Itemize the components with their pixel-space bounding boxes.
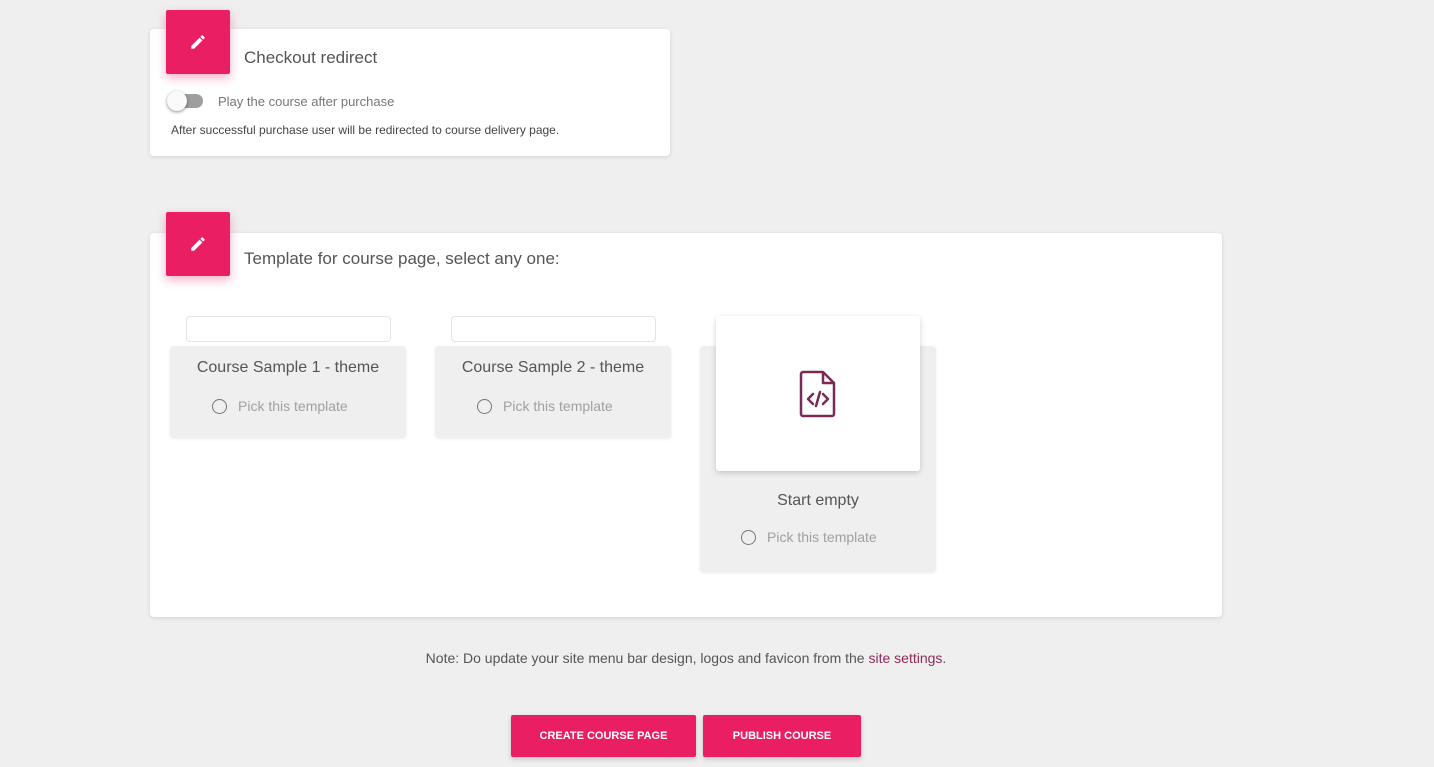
- template-option-start-empty[interactable]: Start empty Pick this template: [700, 316, 936, 572]
- checkout-redirect-card: Checkout redirect Play the course after …: [150, 10, 670, 156]
- template-tile: Course Sample 1 - theme Pick this templa…: [170, 346, 406, 438]
- toggle-label: Play the course after purchase: [218, 94, 395, 109]
- note-text: Note: Do update your site menu bar desig…: [425, 650, 869, 666]
- template-option-2[interactable]: Course Sample 2 - theme Pick this templa…: [435, 316, 671, 441]
- pick-template-label: Pick this template: [238, 398, 348, 414]
- template-name: Course Sample 1 - theme: [196, 359, 380, 376]
- radio-circle-icon[interactable]: [212, 398, 227, 414]
- site-settings-link[interactable]: site settings: [868, 650, 942, 666]
- template-selection-card: Template for course page, select any one…: [150, 212, 1222, 617]
- edit-badge[interactable]: [166, 10, 230, 74]
- pick-template-radio[interactable]: Pick this template: [477, 398, 613, 414]
- radio-circle-icon[interactable]: [477, 398, 492, 414]
- template-name: Start empty: [777, 492, 859, 509]
- pick-template-label: Pick this template: [767, 529, 877, 545]
- start-empty-thumbnail[interactable]: [716, 316, 920, 471]
- checkout-redirect-title: Checkout redirect: [244, 48, 378, 67]
- radio-circle-icon[interactable]: [741, 529, 756, 545]
- toggle-knob: [167, 91, 187, 111]
- template-section-title: Template for course page, select any one…: [244, 249, 560, 268]
- code-file-icon: [799, 370, 836, 417]
- note-suffix: .: [942, 650, 947, 666]
- play-after-purchase-toggle[interactable]: [167, 91, 203, 111]
- publish-course-button[interactable]: PUBLISH COURSE: [703, 715, 861, 757]
- template-tile: Course Sample 2 - theme Pick this templa…: [435, 346, 671, 438]
- edit-badge[interactable]: [166, 212, 230, 276]
- checkout-help-text: After successful purchase user will be r…: [171, 123, 560, 137]
- pick-template-radio[interactable]: Pick this template: [212, 398, 348, 414]
- create-course-page-button[interactable]: CREATE COURSE PAGE: [511, 715, 696, 757]
- pick-template-label: Pick this template: [503, 398, 613, 414]
- pick-template-radio[interactable]: Pick this template: [741, 529, 877, 545]
- pencil-icon: [191, 35, 205, 49]
- template-thumbnail[interactable]: [451, 316, 656, 342]
- pencil-icon: [191, 237, 205, 251]
- site-settings-note: Note: Do update your site menu bar desig…: [0, 650, 1372, 666]
- template-option-1[interactable]: Course Sample 1 - theme Pick this templa…: [170, 316, 406, 441]
- template-name: Course Sample 2 - theme: [461, 359, 645, 376]
- template-thumbnail[interactable]: [186, 316, 391, 342]
